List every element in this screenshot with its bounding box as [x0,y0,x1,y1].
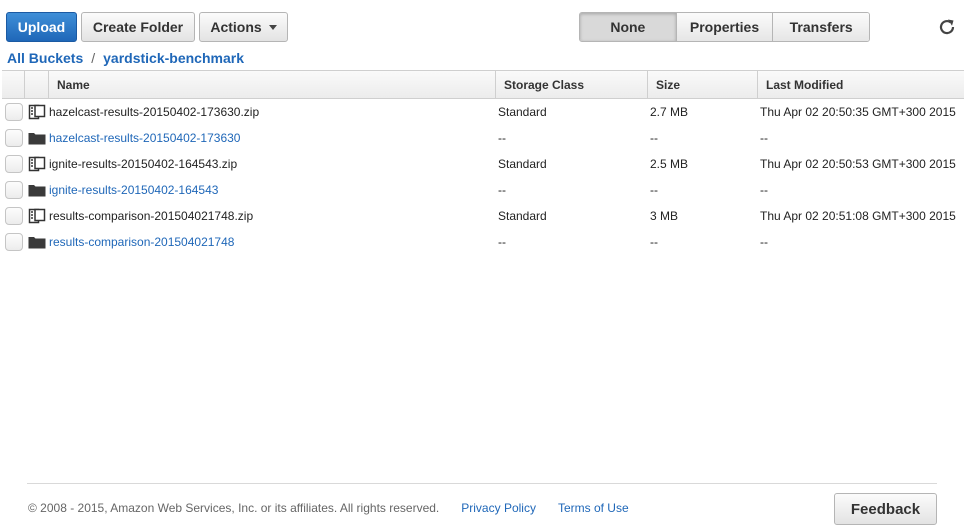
table-header: Name Storage Class Size Last Modified [2,70,964,99]
row-checkbox[interactable] [4,181,23,199]
view-transfers-label: Transfers [789,19,853,35]
object-name: hazelcast-results-20150402-173630.zip [49,105,260,119]
create-folder-button[interactable]: Create Folder [81,12,195,42]
last-modified-cell: -- [760,183,768,197]
view-transfers-button[interactable]: Transfers [772,13,869,41]
storage-class-cell: Standard [498,157,547,171]
chevron-down-icon [268,24,277,30]
name-column-header[interactable]: Name [49,71,496,98]
size-cell: 2.7 MB [650,105,689,119]
terms-of-use-link[interactable]: Terms of Use [558,501,629,515]
breadcrumb: All Buckets / yardstick-benchmark [7,50,244,66]
row-checkbox[interactable] [4,207,23,225]
row-checkbox[interactable] [4,233,23,251]
size-cell: -- [650,235,658,249]
view-toggle-group: None Properties Transfers [579,12,870,42]
refresh-icon[interactable] [937,17,957,37]
row-checkbox[interactable] [4,129,23,147]
folder-icon [25,131,49,145]
breadcrumb-all-buckets[interactable]: All Buckets [7,50,83,66]
zip-file-icon [25,104,49,120]
table-body: hazelcast-results-20150402-173630.zip Sta… [2,99,964,255]
size-cell: -- [650,183,658,197]
breadcrumb-bucket[interactable]: yardstick-benchmark [103,50,244,66]
storage-class-column-header[interactable]: Storage Class [496,71,648,98]
object-name: results-comparison-201504021748.zip [49,209,254,223]
zip-file-icon [25,156,49,172]
object-name[interactable]: hazelcast-results-20150402-173630 [49,131,496,145]
last-modified-cell: -- [760,235,768,249]
feedback-button[interactable]: Feedback [834,493,937,525]
table-row[interactable]: hazelcast-results-20150402-173630.zip Sta… [2,99,964,125]
view-none-button[interactable]: None [580,13,676,41]
footer-divider [27,483,937,484]
table-row[interactable]: hazelcast-results-20150402-173630 -- -- -- [2,125,964,151]
upload-button-label: Upload [17,19,66,35]
row-checkbox[interactable] [4,155,23,173]
storage-class-cell: -- [498,183,506,197]
storage-class-cell: Standard [498,105,547,119]
table-row[interactable]: ignite-results-20150402-164543 -- -- -- [2,177,964,203]
footer: © 2008 - 2015, Amazon Web Services, Inc.… [28,501,629,515]
last-modified-cell: Thu Apr 02 20:50:53 GMT+300 2015 [760,157,956,171]
folder-icon [25,235,49,249]
row-select-cell [2,233,25,251]
object-name: ignite-results-20150402-164543.zip [49,157,238,171]
row-checkbox[interactable] [4,103,23,121]
last-modified-column-header[interactable]: Last Modified [758,71,964,98]
size-cell: -- [650,131,658,145]
upload-button[interactable]: Upload [6,12,77,42]
icon-column-header [25,71,49,98]
actions-dropdown[interactable]: Actions [199,12,288,42]
object-name[interactable]: results-comparison-201504021748 [49,235,496,249]
storage-class-cell: Standard [498,209,547,223]
object-name[interactable]: ignite-results-20150402-164543 [49,183,496,197]
folder-icon [25,183,49,197]
create-folder-label: Create Folder [92,19,184,35]
row-select-cell [2,207,25,225]
table-row[interactable]: ignite-results-20150402-164543.zip Standa… [2,151,964,177]
row-select-cell [2,155,25,173]
row-select-cell [2,181,25,199]
size-cell: 3 MB [650,209,679,223]
size-cell: 2.5 MB [650,157,689,171]
select-column-header [2,71,25,98]
size-column-header[interactable]: Size [648,71,758,98]
breadcrumb-separator: / [91,50,96,66]
privacy-policy-link[interactable]: Privacy Policy [461,501,536,515]
last-modified-cell: Thu Apr 02 20:51:08 GMT+300 2015 [760,209,956,223]
last-modified-cell: Thu Apr 02 20:50:35 GMT+300 2015 [760,105,956,119]
last-modified-cell: -- [760,131,768,145]
view-properties-button[interactable]: Properties [675,13,773,41]
row-select-cell [2,129,25,147]
objects-table: Name Storage Class Size Last Modified ha… [2,70,964,255]
row-select-cell [2,103,25,121]
view-none-label: None [610,19,646,35]
view-properties-label: Properties [689,19,760,35]
feedback-label: Feedback [850,500,921,518]
storage-class-cell: -- [498,235,506,249]
table-row[interactable]: results-comparison-201504021748.zip Stand… [2,203,964,229]
actions-label: Actions [210,19,262,35]
storage-class-cell: -- [498,131,506,145]
table-row[interactable]: results-comparison-201504021748 -- -- -- [2,229,964,255]
zip-file-icon [25,208,49,224]
copyright-text: © 2008 - 2015, Amazon Web Services, Inc.… [28,501,440,515]
